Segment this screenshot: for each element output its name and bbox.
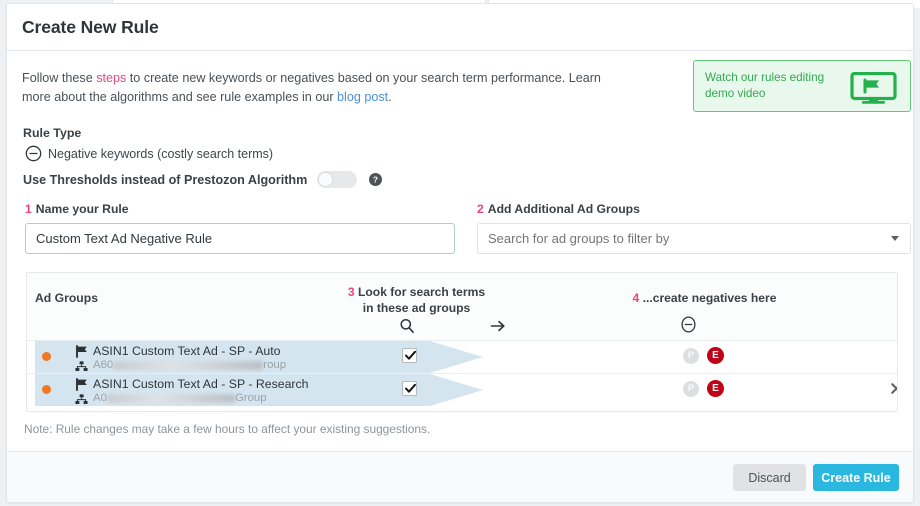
table-body: ASIN1 Custom Text Ad - SP - Auto A60 roup… xyxy=(27,341,897,406)
name-rule-label: 1 Name your Rule xyxy=(25,202,455,216)
step-number-2: 2 xyxy=(477,202,484,216)
discard-button[interactable]: Discard xyxy=(733,464,806,491)
adgroup-icon xyxy=(75,392,88,403)
search-icon xyxy=(398,317,416,335)
blog-post-link[interactable]: blog post xyxy=(337,90,388,104)
step-number-4: 4 xyxy=(633,291,640,305)
adgroup-name: A0 Group xyxy=(93,392,267,404)
chevron-down-icon[interactable] xyxy=(891,236,899,241)
table-row[interactable]: ASIN1 Custom Text Ad - SP - Auto A60 roup… xyxy=(27,341,897,374)
rule-type-label: Rule Type xyxy=(23,126,81,140)
column-header-search-terms-line2: in these ad groups xyxy=(363,301,471,315)
add-ad-groups-field-group: 2 Add Additional Ad Groups xyxy=(477,202,911,254)
rule-type-option-label: Negative keywords (costly search terms) xyxy=(48,147,273,161)
dialog-header: Create New Rule xyxy=(7,4,913,51)
campaign-name: ASIN1 Custom Text Ad - SP - Research xyxy=(93,377,309,391)
table-row[interactable]: ASIN1 Custom Text Ad - SP - Research A0 G… xyxy=(27,374,897,406)
intro-text-1: Follow these xyxy=(22,71,96,85)
badge-paused[interactable]: P xyxy=(683,381,699,397)
redacted-bar xyxy=(107,394,235,403)
row-checkbox[interactable] xyxy=(402,381,417,396)
arrow-right-icon xyxy=(489,317,507,335)
toggle-knob xyxy=(318,172,333,187)
add-ad-groups-label: 2 Add Additional Ad Groups xyxy=(477,202,911,216)
demo-video-banner[interactable]: Watch our rules editing demo video xyxy=(693,60,911,112)
column-header-create-negatives: 4 ...create negatives here xyxy=(597,291,812,305)
column-header-search-terms-line1: Look for search terms xyxy=(358,285,485,299)
redacted-bar xyxy=(113,361,263,370)
column-header-create-negatives-text: ...create negatives here xyxy=(643,291,777,305)
row-checkbox[interactable] xyxy=(402,348,417,363)
intro-paragraph: Follow these steps to create new keyword… xyxy=(22,69,622,107)
monitor-flag-icon xyxy=(850,72,897,104)
question-circle-icon[interactable]: ? xyxy=(369,173,382,186)
adgroup-suffix: roup xyxy=(263,359,286,371)
ad-groups-table: Ad Groups 3 Look for search terms in the… xyxy=(26,272,898,412)
table-header: Ad Groups 3 Look for search terms in the… xyxy=(27,273,897,341)
flag-icon xyxy=(75,345,88,358)
adgroup-prefix: A60 xyxy=(93,359,113,371)
create-rule-button[interactable]: Create Rule xyxy=(813,464,899,491)
rule-type-option-negative-keywords[interactable]: Negative keywords (costly search terms) xyxy=(25,145,273,162)
adgroup-suffix: Group xyxy=(235,392,267,404)
flag-icon xyxy=(75,378,88,391)
add-ad-groups-select-wrap xyxy=(477,223,911,254)
name-rule-field-group: 1 Name your Rule xyxy=(25,202,455,254)
column-header-ad-groups: Ad Groups xyxy=(35,291,98,305)
campaign-name: ASIN1 Custom Text Ad - SP - Auto xyxy=(93,344,281,358)
adgroup-icon xyxy=(75,359,88,370)
status-dot xyxy=(42,385,51,394)
status-dot xyxy=(42,352,51,361)
dialog-footer: Discard Create Rule xyxy=(7,451,913,502)
steps-link[interactable]: steps xyxy=(96,71,126,85)
close-icon[interactable] xyxy=(890,382,898,395)
step-number-3: 3 xyxy=(348,285,355,299)
thresholds-toggle[interactable] xyxy=(317,171,357,188)
page-title: Create New Rule xyxy=(22,17,159,38)
create-rule-dialog: Create New Rule Follow these steps to cr… xyxy=(6,3,914,503)
step-number-1: 1 xyxy=(25,202,32,216)
minus-circle-icon xyxy=(679,315,698,334)
footer-note: Note: Rule changes may take a few hours … xyxy=(24,422,430,436)
demo-video-label: Watch our rules editing demo video xyxy=(705,70,845,102)
svg-text:?: ? xyxy=(373,175,378,185)
thresholds-label: Use Thresholds instead of Prestozon Algo… xyxy=(23,173,307,187)
name-rule-input[interactable] xyxy=(25,223,455,254)
badge-exact[interactable]: E xyxy=(707,347,724,364)
adgroup-prefix: A0 xyxy=(93,392,107,404)
intro-text-3: . xyxy=(388,90,392,104)
thresholds-row: Use Thresholds instead of Prestozon Algo… xyxy=(23,171,382,188)
minus-circle-icon xyxy=(25,145,42,162)
badge-exact[interactable]: E xyxy=(707,380,724,397)
add-ad-groups-label-text: Add Additional Ad Groups xyxy=(488,202,640,216)
badge-paused[interactable]: P xyxy=(683,348,699,364)
column-header-search-terms: 3 Look for search terms in these ad grou… xyxy=(324,284,509,316)
name-rule-label-text: Name your Rule xyxy=(36,202,129,216)
add-ad-groups-input[interactable] xyxy=(477,223,911,254)
adgroup-name: A60 roup xyxy=(93,359,286,371)
